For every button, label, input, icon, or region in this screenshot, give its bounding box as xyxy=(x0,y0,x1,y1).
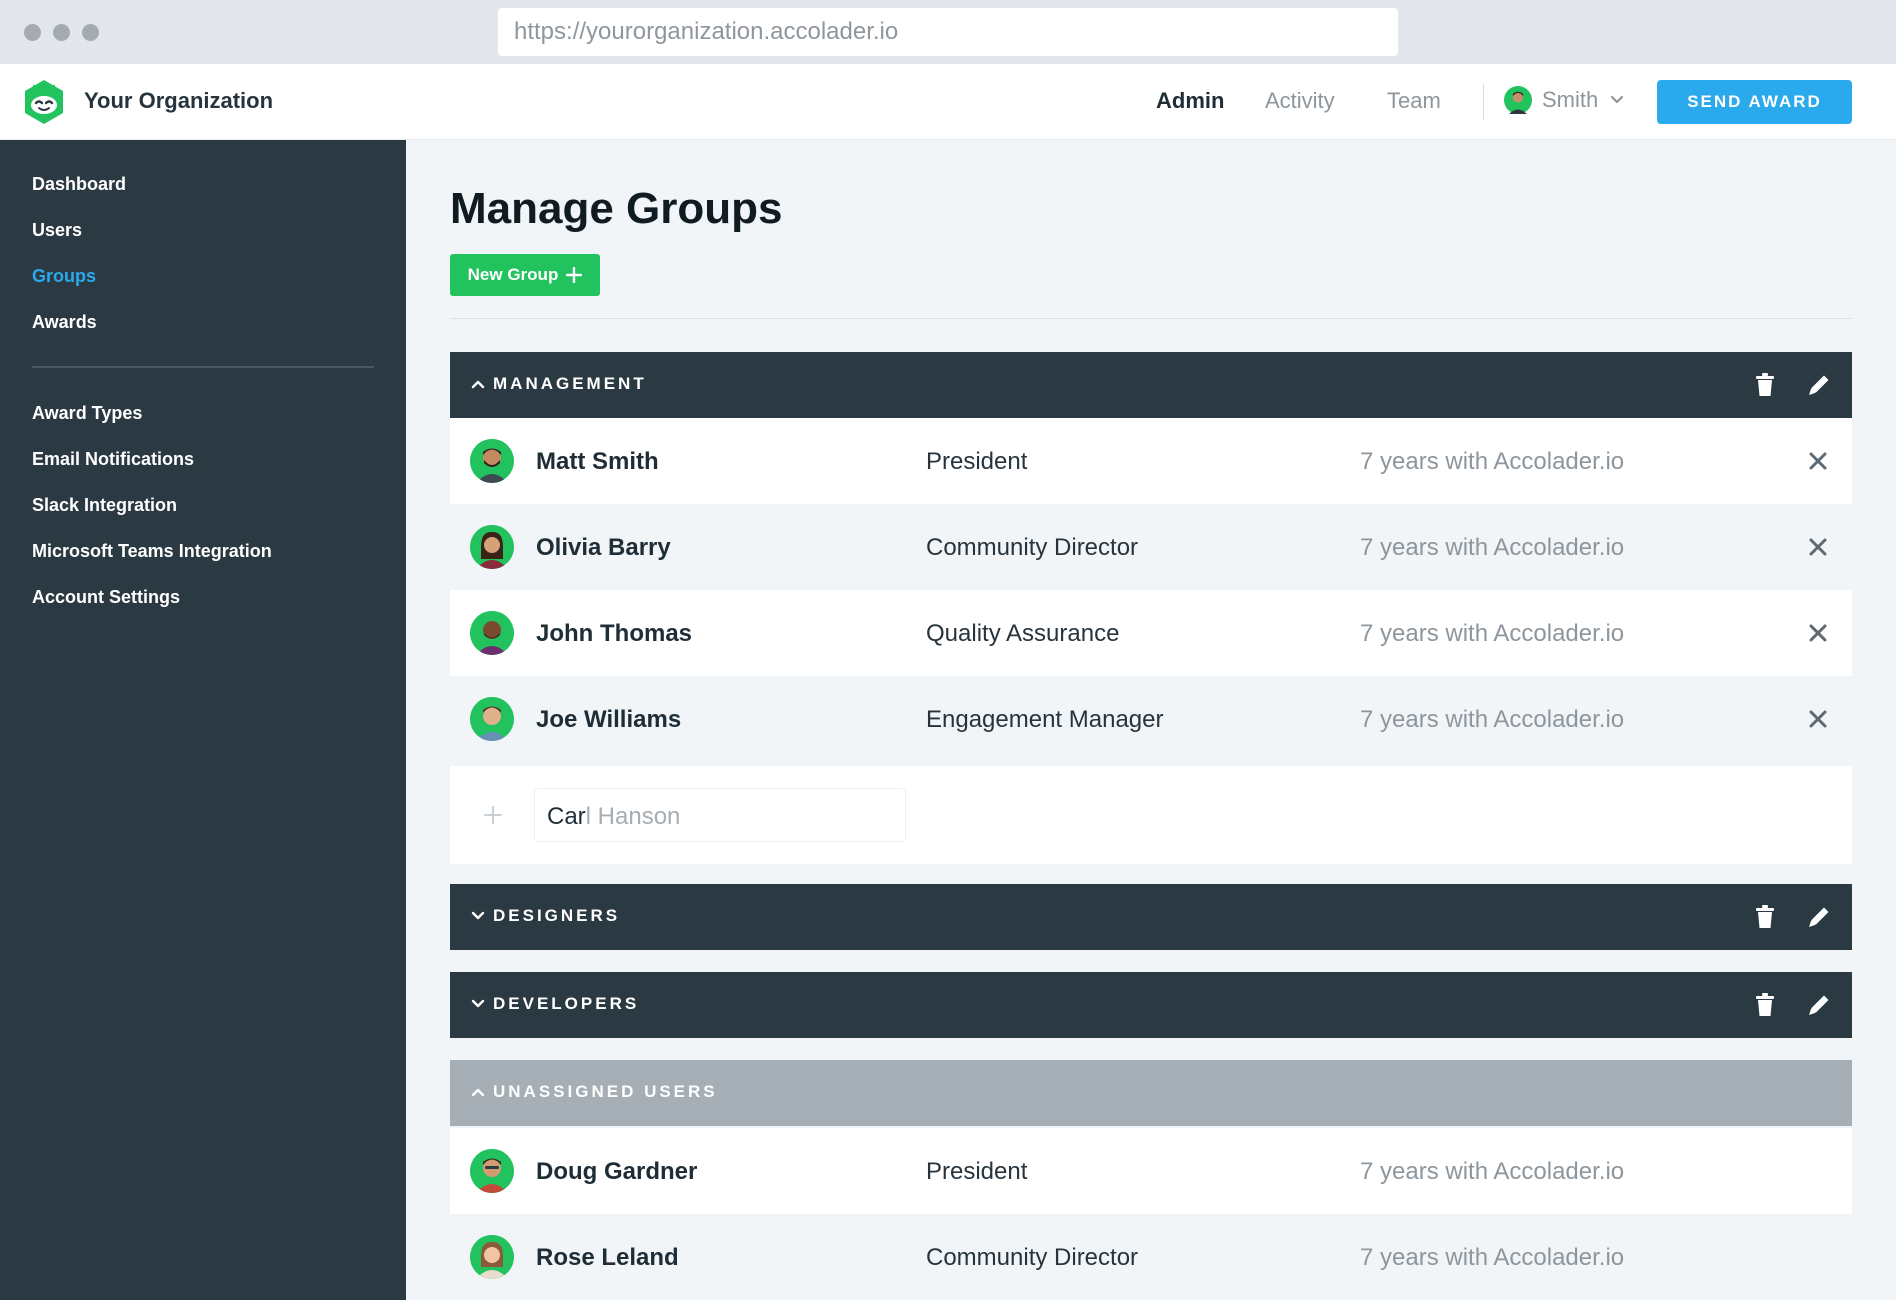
sidebar-item-groups[interactable]: Groups xyxy=(32,266,96,287)
sidebar-divider xyxy=(32,366,374,368)
sidebar-item-awards[interactable]: Awards xyxy=(32,312,97,333)
chevron-up-icon[interactable] xyxy=(470,376,486,392)
nav-admin[interactable]: Admin xyxy=(1156,88,1224,114)
browser-chrome: https://yourorganization.accolader.io xyxy=(0,0,1896,64)
send-award-button[interactable]: SEND AWARD xyxy=(1657,80,1852,124)
chevron-up-icon[interactable] xyxy=(470,1084,486,1100)
member-row[interactable]: Olivia Barry Community Director 7 years … xyxy=(450,504,1852,590)
sidebar-item-account-settings[interactable]: Account Settings xyxy=(32,587,180,608)
plus-icon[interactable] xyxy=(484,806,502,824)
member-name[interactable]: Joe Williams xyxy=(536,706,681,734)
member-tenure: 7 years with Accolader.io xyxy=(1360,706,1625,733)
address-bar[interactable]: https://yourorganization.accolader.io xyxy=(498,8,1398,56)
sidebar: Dashboard Users Groups Awards Award Type… xyxy=(0,140,406,1300)
window-close-dot[interactable] xyxy=(24,24,41,41)
avatar xyxy=(470,439,514,483)
sidebar-item-slack-integration[interactable]: Slack Integration xyxy=(32,495,177,516)
group-header-management[interactable]: MANAGEMENT xyxy=(450,352,1852,418)
main-divider xyxy=(450,318,1852,319)
close-icon[interactable] xyxy=(1808,537,1828,557)
close-icon[interactable] xyxy=(1808,709,1828,729)
window-controls xyxy=(24,24,99,41)
member-tenure: 7 years with Accolader.io xyxy=(1360,1158,1625,1185)
member-role: Community Director xyxy=(926,534,1139,561)
pencil-icon[interactable] xyxy=(1806,992,1832,1018)
user-menu[interactable]: Smith xyxy=(1504,86,1624,114)
add-member-autocomplete: l Hanson xyxy=(585,803,681,830)
add-member-typed-text: Car xyxy=(547,803,586,830)
sidebar-item-users[interactable]: Users xyxy=(32,220,82,241)
group-title: DESIGNERS xyxy=(493,906,621,925)
avatar xyxy=(1504,86,1532,114)
new-group-label: New Group xyxy=(467,265,559,284)
new-group-button[interactable]: New Group xyxy=(450,254,600,296)
member-row[interactable]: Matt Smith President 7 years with Accola… xyxy=(450,418,1852,504)
member-name[interactable]: John Thomas xyxy=(536,620,692,648)
sidebar-item-email-notifications[interactable]: Email Notifications xyxy=(32,449,194,470)
page-title: Manage Groups xyxy=(450,184,783,233)
member-row[interactable]: Rose Leland Community Director 7 years w… xyxy=(450,1214,1852,1300)
address-bar-url: https://yourorganization.accolader.io xyxy=(514,18,899,45)
logo-icon[interactable] xyxy=(20,78,68,126)
member-name[interactable]: Matt Smith xyxy=(536,448,659,476)
trash-icon[interactable] xyxy=(1753,904,1777,930)
nav-team[interactable]: Team xyxy=(1387,88,1441,114)
sidebar-item-dashboard[interactable]: Dashboard xyxy=(32,174,126,195)
close-icon[interactable] xyxy=(1808,451,1828,471)
pencil-icon[interactable] xyxy=(1806,372,1832,398)
chevron-down-icon[interactable] xyxy=(470,908,486,924)
avatar xyxy=(470,611,514,655)
nav-activity[interactable]: Activity xyxy=(1265,88,1335,114)
sidebar-item-microsoft-teams-integration[interactable]: Microsoft Teams Integration xyxy=(32,541,272,562)
member-role: President xyxy=(926,448,1028,475)
top-nav: Your Organization Admin Activity Team Sm… xyxy=(0,64,1896,140)
nav-separator xyxy=(1483,84,1484,120)
member-tenure: 7 years with Accolader.io xyxy=(1360,448,1625,475)
window-maximize-dot[interactable] xyxy=(82,24,99,41)
close-icon[interactable] xyxy=(1808,623,1828,643)
group-header-unassigned-users[interactable]: UNASSIGNED USERS xyxy=(450,1060,1852,1126)
avatar xyxy=(470,1235,514,1279)
member-name[interactable]: Rose Leland xyxy=(536,1244,679,1272)
trash-icon[interactable] xyxy=(1753,992,1777,1018)
member-tenure: 7 years with Accolader.io xyxy=(1360,1244,1625,1271)
chevron-down-icon[interactable] xyxy=(470,996,486,1012)
user-name: Smith xyxy=(1542,87,1599,112)
trash-icon[interactable] xyxy=(1753,372,1777,398)
group-title: UNASSIGNED USERS xyxy=(493,1082,718,1101)
group-title: MANAGEMENT xyxy=(493,374,647,393)
member-name[interactable]: Doug Gardner xyxy=(536,1158,697,1186)
member-name[interactable]: Olivia Barry xyxy=(536,534,671,562)
plus-icon xyxy=(566,267,583,283)
group-header-developers[interactable]: DEVELOPERS xyxy=(450,972,1852,1038)
chevron-down-icon xyxy=(1611,95,1624,104)
member-role: Community Director xyxy=(926,1244,1139,1271)
member-row[interactable]: Doug Gardner President 7 years with Acco… xyxy=(450,1128,1852,1214)
member-role: Engagement Manager xyxy=(926,706,1164,733)
member-row[interactable]: John Thomas Quality Assurance 7 years wi… xyxy=(450,590,1852,676)
avatar xyxy=(470,525,514,569)
add-member-row: Carl Hanson xyxy=(450,766,1852,864)
member-tenure: 7 years with Accolader.io xyxy=(1360,534,1625,561)
sidebar-item-award-types[interactable]: Award Types xyxy=(32,403,142,424)
member-tenure: 7 years with Accolader.io xyxy=(1360,620,1625,647)
pencil-icon[interactable] xyxy=(1806,904,1832,930)
add-member-input[interactable]: Carl Hanson xyxy=(534,788,906,842)
member-role: President xyxy=(926,1158,1028,1185)
member-row[interactable]: Joe Williams Engagement Manager 7 years … xyxy=(450,676,1852,762)
member-role: Quality Assurance xyxy=(926,620,1120,647)
avatar xyxy=(470,697,514,741)
avatar xyxy=(470,1149,514,1193)
window-minimize-dot[interactable] xyxy=(53,24,70,41)
group-title: DEVELOPERS xyxy=(493,994,640,1013)
group-header-designers[interactable]: DESIGNERS xyxy=(450,884,1852,950)
org-name[interactable]: Your Organization xyxy=(84,88,273,114)
